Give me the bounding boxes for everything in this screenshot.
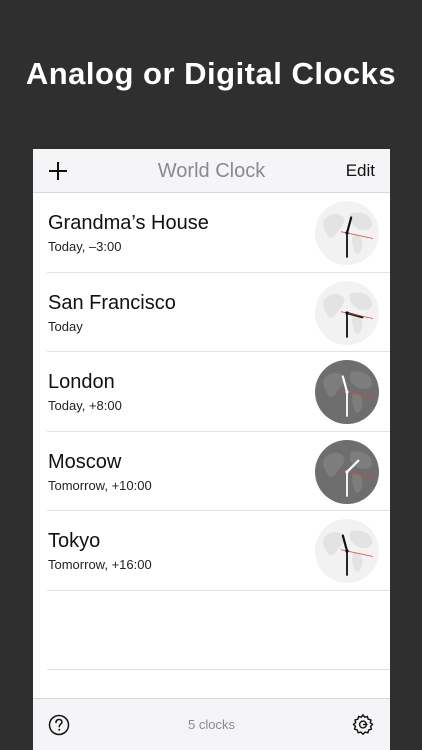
clock-row[interactable]: Grandma’s House Today, –3:00 — [47, 193, 390, 273]
analog-clock-icon — [315, 280, 379, 345]
city-name: Grandma’s House — [48, 212, 209, 234]
clock-row[interactable]: Moscow Tomorrow, +10:00 — [47, 432, 390, 511]
clock-list: Grandma’s House Today, –3:00 San Francisco… — [33, 193, 390, 670]
headline: Analog or Digital Clocks — [25, 56, 397, 91]
clock-count: 5 clocks — [188, 717, 235, 732]
clock-row[interactable]: San Francisco Today — [47, 273, 390, 352]
navigation-bar: World Clock Edit — [33, 149, 390, 193]
time-offset: Today, –3:00 — [48, 239, 122, 254]
gear-icon[interactable] — [351, 713, 375, 737]
empty-row — [47, 591, 390, 670]
city-name: London — [48, 371, 115, 393]
time-offset: Today, +8:00 — [48, 398, 122, 413]
clock-center — [345, 231, 349, 235]
page-title: World Clock — [157, 160, 266, 182]
clock-center — [345, 390, 349, 394]
clock-center — [345, 310, 349, 315]
clock-row[interactable]: London Today, +8:00 — [47, 352, 390, 432]
time-offset: Tomorrow, +16:00 — [48, 557, 152, 572]
city-name: Tokyo — [48, 530, 101, 552]
edit-button[interactable]: Edit — [346, 149, 375, 193]
time-offset: Today — [48, 318, 83, 334]
city-name: Moscow — [48, 450, 122, 473]
time-offset: Tomorrow, +10:00 — [48, 477, 152, 493]
clock-center — [345, 469, 349, 474]
analog-clock-icon — [315, 360, 379, 424]
analog-clock-icon — [315, 201, 379, 265]
phone-screen: World Clock Edit Grandma’s House Today, –… — [33, 149, 390, 750]
city-name: San Francisco — [48, 291, 176, 314]
analog-clock-icon — [315, 519, 379, 583]
analog-clock-icon — [315, 439, 379, 504]
clock-center — [345, 549, 349, 553]
bottom-toolbar: 5 clocks — [33, 698, 390, 750]
clock-row[interactable]: Tokyo Tomorrow, +16:00 — [47, 511, 390, 591]
